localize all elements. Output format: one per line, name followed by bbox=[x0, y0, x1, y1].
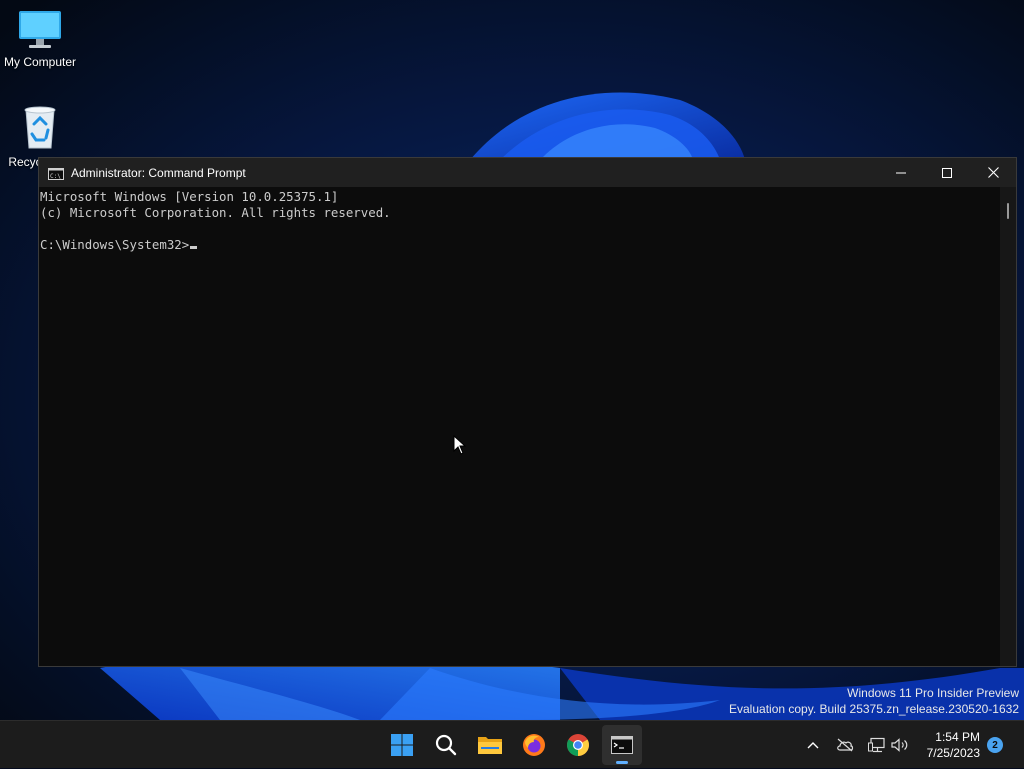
volume-tray-button[interactable] bbox=[889, 721, 911, 769]
taskbar-clock[interactable]: 1:54 PM 7/25/2023 bbox=[927, 729, 980, 761]
search-icon bbox=[435, 734, 457, 756]
network-icon bbox=[868, 737, 885, 753]
close-icon bbox=[987, 167, 999, 178]
vertical-scrollbar[interactable] bbox=[1000, 187, 1016, 666]
terminal-icon bbox=[611, 736, 633, 754]
clock-date: 7/25/2023 bbox=[926, 746, 980, 760]
clock-time: 1:54 PM bbox=[935, 730, 980, 744]
window-title: Administrator: Command Prompt bbox=[71, 165, 246, 180]
active-app-indicator bbox=[616, 761, 628, 764]
network-tray-button[interactable] bbox=[866, 721, 888, 769]
windows-start-icon bbox=[391, 734, 413, 756]
console-output[interactable]: Microsoft Windows [Version 10.0.25375.1]… bbox=[39, 187, 1000, 666]
monitor-icon bbox=[19, 11, 61, 48]
scrollbar-thumb[interactable] bbox=[1007, 203, 1009, 219]
cloud-offline-icon bbox=[837, 738, 854, 752]
mouse-pointer-icon bbox=[453, 435, 467, 455]
command-prompt-window[interactable]: C:\ Administrator: Command Prompt Micros… bbox=[38, 157, 1017, 667]
desktop-icon-my-computer[interactable]: My Computer bbox=[0, 8, 80, 69]
chrome-button[interactable] bbox=[558, 725, 598, 765]
firefox-icon bbox=[523, 734, 545, 756]
evaluation-watermark: Windows 11 Pro Insider Preview Evaluatio… bbox=[729, 685, 1019, 717]
folder-icon bbox=[478, 737, 502, 754]
maximize-icon bbox=[942, 167, 952, 178]
console-prompt-line[interactable]: C:\Windows\System32> bbox=[40, 237, 1000, 253]
recycle-bin-icon bbox=[24, 106, 56, 149]
speaker-icon bbox=[891, 738, 908, 752]
chrome-icon bbox=[567, 734, 589, 756]
onedrive-tray-button[interactable] bbox=[834, 721, 856, 769]
console-line: Microsoft Windows [Version 10.0.25375.1] bbox=[40, 189, 339, 204]
file-explorer-button[interactable] bbox=[470, 725, 510, 765]
text-cursor bbox=[190, 246, 198, 249]
terminal-button[interactable] bbox=[602, 725, 642, 765]
minimize-button[interactable] bbox=[878, 158, 924, 187]
firefox-button[interactable] bbox=[514, 725, 554, 765]
window-titlebar[interactable]: C:\ Administrator: Command Prompt bbox=[39, 158, 1016, 187]
start-button[interactable] bbox=[382, 725, 422, 765]
taskbar: 1:54 PM 7/25/2023 2 bbox=[0, 720, 1024, 768]
show-hidden-icons-button[interactable] bbox=[802, 721, 824, 769]
console-prompt: C:\Windows\System32> bbox=[40, 237, 190, 252]
search-button[interactable] bbox=[426, 725, 466, 765]
cmd-app-icon: C:\ bbox=[48, 167, 64, 180]
close-button[interactable] bbox=[970, 158, 1016, 187]
watermark-line-2: Evaluation copy. Build 25375.zn_release.… bbox=[729, 702, 1019, 716]
svg-text:C:\: C:\ bbox=[50, 173, 61, 180]
notification-badge[interactable]: 2 bbox=[987, 737, 1003, 753]
maximize-button[interactable] bbox=[924, 158, 970, 187]
desktop-icon-label: My Computer bbox=[3, 55, 77, 69]
minimize-icon bbox=[896, 172, 906, 173]
chevron-up-icon bbox=[807, 742, 819, 749]
watermark-line-1: Windows 11 Pro Insider Preview bbox=[847, 686, 1019, 700]
console-line: (c) Microsoft Corporation. All rights re… bbox=[40, 205, 391, 220]
